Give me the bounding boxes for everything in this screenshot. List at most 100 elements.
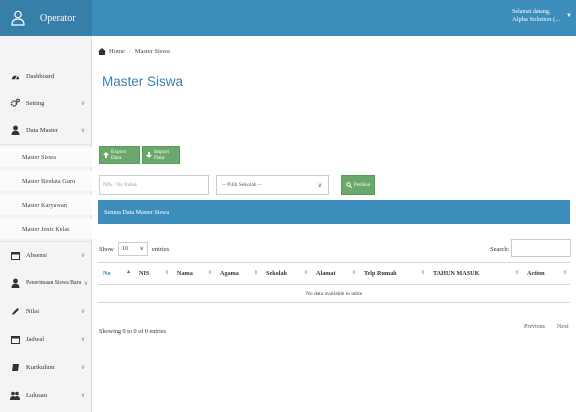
sidebar-item-penerimaan-siswa-baru[interactable]: Penerimaan Siswa Baru ∨ (0, 273, 92, 293)
data-table: No ▲ NIS ⇕ Nama ⇕ Agama ⇕ Sekolah ⇕ Alamat ⇕ T… (98, 262, 570, 303)
caret-down-icon: ▼ (566, 13, 572, 19)
school-select-value: -- Pilih Sekolah -- (222, 182, 262, 188)
sidebar-subitem-master-biodata-guru[interactable]: Master Biodata Guru (0, 171, 92, 191)
sort-icon: ⇕ (253, 271, 258, 276)
user-menu[interactable]: Selamat datang, Alpha Solution (... ▼ (512, 6, 572, 30)
column-label: No (103, 270, 111, 277)
breadcrumb-home[interactable]: Home (109, 48, 125, 55)
sidebar-subitem-master-karyawan[interactable]: Master Karyawan (0, 195, 92, 215)
sidebar-item-absensi[interactable]: Absensi ∨ (0, 245, 92, 265)
breadcrumb: Home / Master Siswa (92, 40, 576, 62)
chevron-down-icon: ∨ (80, 364, 86, 371)
brand[interactable]: Operator (0, 0, 92, 36)
top-navbar: Operator Selamat datang, Alpha Solution … (0, 0, 576, 36)
breadcrumb-current: Master Siswa (134, 47, 170, 55)
search-label: Search: (490, 246, 510, 253)
column-label: Telp Rumah (364, 270, 397, 277)
sidebar-item-label: Absensi (26, 251, 47, 259)
column-header-sekolah[interactable]: Sekolah ⇕ (261, 262, 311, 285)
upload-icon (103, 152, 109, 158)
column-header-nama[interactable]: Nama ⇕ (172, 262, 215, 285)
sidebar-item-jadwal[interactable]: Jadwal ∨ (0, 329, 92, 349)
sidebar-item-data-master[interactable]: Data Master ∨ (0, 120, 92, 140)
sidebar-subitem-master-jenis-kelas[interactable]: Master Jenis Kelas (0, 219, 92, 239)
chevron-down-icon: ∨ (80, 252, 86, 259)
chevron-down-icon: ∨ (80, 308, 86, 315)
sidebar-item-label: Setting (26, 99, 45, 107)
periksa-button[interactable]: Periksa (341, 175, 375, 195)
table-info: Showing 0 to 0 of 0 entries (99, 328, 167, 335)
sidebar-item-label: Jadwal (26, 335, 45, 343)
periksa-label: Periksa (353, 182, 371, 188)
chevron-down-icon: ∨ (80, 392, 86, 399)
sidebar-subitem-label: Master Biodata Guru (22, 177, 76, 185)
table-search-input[interactable] (511, 239, 571, 257)
sidebar-item-dashboard[interactable]: Dashboard (0, 66, 92, 86)
dashboard-icon (10, 71, 20, 81)
import-data-label: Import Data (154, 149, 169, 161)
entries-label: entries (151, 245, 170, 253)
cogs-icon (10, 98, 20, 108)
sidebar-item-setting[interactable]: Setting ∨ (0, 93, 92, 113)
page-title: Master Siswa (102, 74, 184, 89)
column-header-tahun-masuk[interactable]: TAHUN MASUK ⇕ (428, 262, 522, 285)
table-header-row: No ▲ NIS ⇕ Nama ⇕ Agama ⇕ Sekolah ⇕ Alamat ⇕ T… (98, 262, 570, 285)
chevron-down-icon: ∨ (139, 246, 144, 252)
column-label: Agama (220, 270, 239, 277)
sidebar-subitem-label: Master Jenis Kelas (22, 225, 70, 233)
column-label: Action (527, 270, 545, 277)
column-header-nis[interactable]: NIS ⇕ (134, 262, 172, 285)
nis-input-placeholder: NIS / No Induk (103, 182, 138, 188)
column-label: Alamat (316, 270, 336, 277)
chevron-down-icon: ∨ (317, 182, 322, 189)
sort-icon: ⇕ (420, 271, 425, 276)
column-header-agama[interactable]: Agama ⇕ (215, 262, 261, 285)
user-icon (10, 9, 26, 27)
sidebar-item-lulusan[interactable]: Lulusan ∨ (0, 385, 92, 405)
column-header-alamat[interactable]: Alamat ⇕ (311, 262, 359, 285)
sort-icon: ⇕ (514, 271, 519, 276)
home-icon (98, 47, 106, 55)
sort-icon: ⇕ (562, 271, 567, 276)
entries-select[interactable]: 10 ∨ (117, 242, 148, 256)
column-label: Nama (177, 270, 193, 277)
entries-control: Show 10 ∨ entries (99, 242, 169, 256)
sidebar-item-label: Dashboard (26, 72, 55, 80)
calendar-icon (10, 334, 20, 344)
sidebar-item-label: Data Master (26, 126, 58, 134)
sidebar-item-nilai[interactable]: Nilai ∨ (0, 301, 92, 321)
sort-asc-icon: ▲ (126, 270, 131, 275)
column-label: Sekolah (266, 270, 287, 277)
divider (0, 241, 92, 242)
sort-icon: ⇕ (164, 271, 169, 276)
school-select[interactable]: -- Pilih Sekolah -- ∨ (216, 175, 329, 195)
user-icon (10, 125, 20, 135)
pagination-previous[interactable]: Previous (524, 324, 545, 330)
divider (0, 144, 92, 145)
users-icon (10, 390, 20, 400)
user-name: Alpha Solution (... (512, 16, 561, 23)
sidebar-subitem-master-siswa[interactable]: Master Siswa (0, 147, 92, 167)
pagination-next[interactable]: Next (557, 324, 569, 330)
column-header-action[interactable]: Action ⇕ (522, 262, 570, 285)
column-header-no[interactable]: No ▲ (98, 262, 134, 285)
chevron-down-icon: ∨ (80, 127, 86, 134)
sort-icon: ⇕ (303, 271, 308, 276)
import-data-button[interactable]: Import Data (142, 146, 180, 164)
breadcrumb-separator: / (128, 47, 131, 55)
search-icon (346, 182, 352, 188)
sort-icon: ⇕ (351, 271, 356, 276)
export-data-label: Export Data (111, 149, 126, 161)
column-label: NIS (139, 270, 150, 277)
calendar-icon (10, 250, 20, 260)
pencil-icon (10, 306, 20, 316)
empty-table-message: No data available in table (98, 284, 570, 303)
table-row: No data available in table (98, 284, 570, 303)
nis-input[interactable]: NIS / No Induk (99, 175, 209, 195)
chevron-down-icon: ∨ (80, 100, 86, 107)
column-header-telp-rumah[interactable]: Telp Rumah ⇕ (359, 262, 428, 285)
user-icon (10, 278, 20, 288)
export-data-button[interactable]: Export Data (99, 146, 140, 164)
sidebar-item-kurikulum[interactable]: Kurikulum ∨ (0, 357, 92, 377)
sidebar: Dashboard Setting ∨ Data Master ∨ Master… (0, 36, 92, 412)
